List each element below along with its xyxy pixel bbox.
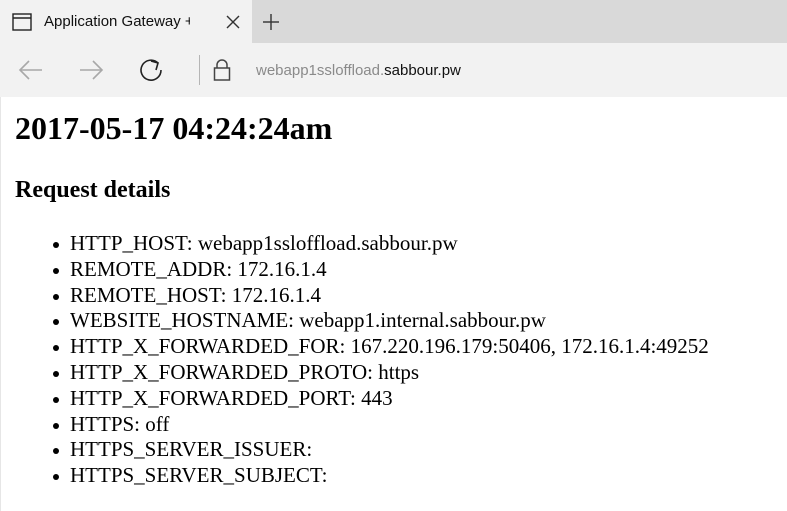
url-subdomain: webapp1ssloffload. (256, 62, 385, 79)
list-item: HTTPS_SERVER_SUBJECT: (53, 463, 709, 489)
navigation-bar: webapp1ssloffload.sabbour.pw (0, 43, 787, 97)
list-item: HTTPS: off (53, 412, 709, 438)
list-item: HTTP_X_FORWARDED_PORT: 443 (53, 386, 709, 412)
address-bar[interactable]: webapp1ssloffload.sabbour.pw (256, 61, 461, 81)
section-heading: Request details (15, 177, 171, 203)
browser-tab-icon (12, 13, 32, 31)
list-item: REMOTE_HOST: 172.16.1.4 (53, 283, 709, 309)
list-item: HTTP_X_FORWARDED_FOR: 167.220.196.179:50… (53, 334, 709, 359)
tab-title: Application Gateway + App Service (44, 13, 190, 30)
url-domain: sabbour.pw (384, 62, 461, 79)
window-edge (0, 97, 1, 511)
page-title: 2017-05-17 04:24:24am (15, 110, 333, 146)
browser-tab[interactable]: Application Gateway + App Service (0, 0, 252, 43)
plus-icon[interactable] (261, 12, 281, 32)
refresh-icon[interactable] (137, 56, 165, 84)
lock-icon[interactable] (212, 58, 232, 82)
request-details-list: HTTP_HOST: webapp1ssloffload.sabbour.pw … (15, 231, 709, 489)
back-arrow-icon[interactable] (17, 56, 45, 84)
forward-arrow-icon[interactable] (77, 56, 105, 84)
address-separator (199, 55, 200, 85)
list-item: HTTP_HOST: webapp1ssloffload.sabbour.pw (53, 231, 709, 257)
list-item: HTTPS_SERVER_ISSUER: (53, 437, 709, 463)
close-icon[interactable] (224, 13, 242, 31)
list-item: WEBSITE_HOSTNAME: webapp1.internal.sabbo… (53, 308, 709, 334)
list-item: REMOTE_ADDR: 172.16.1.4 (53, 257, 709, 283)
list-item: HTTP_X_FORWARDED_PROTO: https (53, 360, 709, 386)
tab-strip: Application Gateway + App Service (0, 0, 787, 43)
